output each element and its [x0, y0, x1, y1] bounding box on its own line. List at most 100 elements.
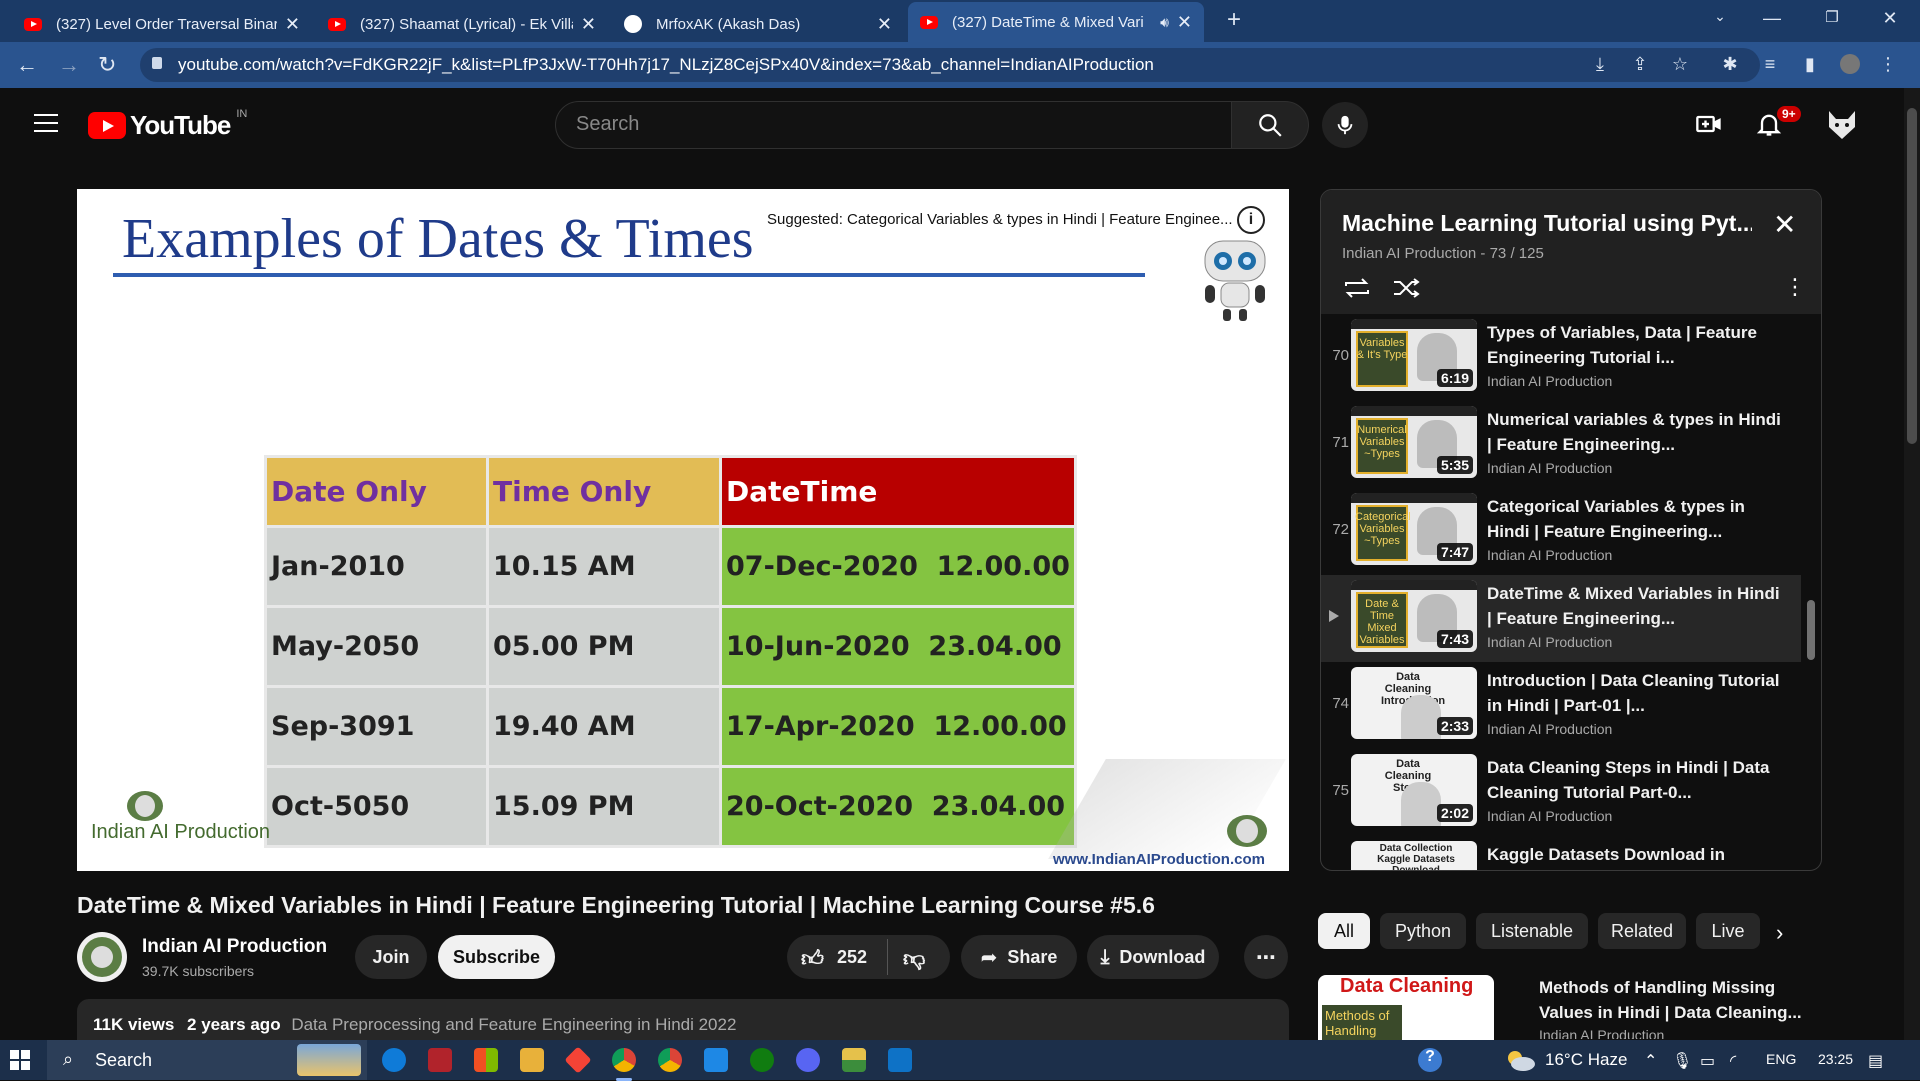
chip-python[interactable]: Python [1380, 913, 1466, 949]
chevron-right-icon[interactable]: › [1776, 920, 1783, 946]
browser-tab[interactable]: (327) Level Order Traversal Binary ✕ [12, 6, 312, 42]
browser-tab-active[interactable]: (327) DateTime & Mixed Vari 🔊︎ ✕ [908, 2, 1204, 42]
view-count: 11K views [93, 1015, 175, 1034]
taskbar-search[interactable]: ⌕ Search [47, 1040, 367, 1080]
recommended-thumbnail[interactable]: Data Cleaning Methods of Handling [1318, 975, 1494, 1040]
playlist-more-icon[interactable]: ⋮ [1784, 274, 1806, 300]
store-icon[interactable] [474, 1048, 498, 1072]
new-tab-button[interactable]: + [1214, 6, 1254, 34]
notification-center-icon[interactable]: ▤ [1868, 1051, 1883, 1071]
forward-icon[interactable]: → [58, 52, 80, 78]
youtube-icon [328, 17, 346, 31]
install-icon[interactable]: ⤓ [1590, 54, 1610, 74]
share-page-icon[interactable]: ⇪ [1630, 54, 1650, 74]
tab-search-icon[interactable]: ⌄ [1700, 8, 1740, 25]
speaker-icon[interactable]: 🔊︎ [1160, 14, 1169, 31]
page-scrollbar[interactable] [1904, 88, 1920, 1040]
menu-icon[interactable]: ⋮ [1878, 54, 1898, 74]
search-box[interactable] [555, 101, 1232, 149]
close-icon[interactable]: ✕ [581, 14, 596, 35]
download-button[interactable]: ⤓ Download [1087, 935, 1219, 979]
chrome-icon[interactable] [612, 1048, 636, 1081]
bookmark-star-icon[interactable]: ☆ [1670, 54, 1690, 74]
playlist-item[interactable]: 72 Categorical Variables ~Types 7:47 Cat… [1321, 488, 1801, 575]
wifi-icon[interactable]: ◜ [1730, 1051, 1736, 1071]
browser-tab[interactable]: MrfoxAK (Akash Das) ✕ [612, 6, 904, 42]
info-icon[interactable]: i [1237, 206, 1265, 234]
back-icon[interactable]: ← [16, 52, 38, 78]
playlist-item[interactable]: 70 Variables & It's Type 6:19 Types of V… [1321, 314, 1801, 401]
scrollbar-thumb[interactable] [1907, 108, 1917, 444]
profile-avatar[interactable] [1840, 54, 1860, 74]
suggested-video-card[interactable]: Suggested: Categorical Variables & types… [767, 211, 1233, 228]
table-cell: 10.15 AM [486, 525, 722, 608]
clock[interactable]: 23:25 [1818, 1051, 1853, 1067]
channel-avatar[interactable] [77, 932, 127, 982]
browser-tab[interactable]: (327) Shaamat (Lyrical) - Ek Villain ✕ [316, 6, 608, 42]
file-explorer-icon[interactable] [520, 1048, 544, 1072]
vscode-icon[interactable] [888, 1048, 912, 1072]
microphone-icon[interactable]: 🎙︎ [1672, 1051, 1692, 1071]
playlist-title[interactable]: Machine Learning Tutorial using Pyt... [1342, 210, 1752, 237]
app-icon[interactable] [428, 1048, 452, 1072]
dislike-icon[interactable]: 👎︎ [903, 945, 925, 972]
playlist-item[interactable]: Data Collection Kaggle Datasets Download… [1321, 836, 1801, 870]
window-close-icon[interactable]: ✕ [1870, 8, 1910, 29]
media-control-icon[interactable]: ≡ [1760, 54, 1780, 74]
account-avatar[interactable] [1825, 107, 1859, 141]
minimize-icon[interactable]: — [1752, 8, 1792, 29]
playlist-item[interactable]: 75 Data Cleaning Steps 2:02 Data Cleanin… [1321, 749, 1801, 836]
youtube-logo[interactable]: YouTube IN [88, 108, 247, 141]
discord-icon[interactable] [796, 1048, 820, 1072]
chevron-up-icon[interactable]: ⌃ [1644, 1051, 1657, 1071]
battery-icon[interactable]: ▭ [1700, 1051, 1715, 1071]
side-panel-icon[interactable]: ▮ [1800, 54, 1820, 74]
app-icon[interactable] [704, 1048, 728, 1072]
restore-icon[interactable]: ❐ [1812, 8, 1852, 26]
playlist-item[interactable]: 71 Numerical Variables ~Types 5:35 Numer… [1321, 401, 1801, 488]
extensions-icon[interactable]: ✱ [1720, 54, 1740, 74]
weather-haze-icon[interactable] [1503, 1048, 1537, 1072]
edge-icon[interactable] [382, 1048, 406, 1072]
more-actions-icon[interactable]: ⋯ [1244, 935, 1288, 979]
close-icon[interactable]: ✕ [285, 14, 300, 35]
xbox-icon[interactable] [750, 1048, 774, 1072]
chip-live[interactable]: Live [1696, 913, 1760, 949]
create-video-icon[interactable] [1695, 110, 1723, 138]
like-icon[interactable]: 👍︎ [801, 945, 824, 972]
share-icon: ➦ [980, 946, 998, 969]
join-button[interactable]: Join [355, 935, 427, 979]
recommended-channel[interactable]: Indian AI Production [1539, 1027, 1664, 1039]
language-indicator[interactable]: ENG [1766, 1051, 1796, 1067]
search-icon [1259, 114, 1282, 137]
search-button[interactable] [1231, 101, 1309, 149]
playlist-subtitle[interactable]: Indian AI Production - 73 / 125 [1342, 245, 1544, 262]
loop-icon[interactable] [1343, 277, 1371, 299]
chip-related[interactable]: Related [1598, 913, 1686, 949]
playlist-scrollbar[interactable] [1807, 600, 1815, 660]
weather-text[interactable]: 16°C Haze [1545, 1050, 1627, 1070]
git-icon[interactable] [564, 1046, 592, 1074]
close-playlist-icon[interactable]: ✕ [1773, 208, 1796, 241]
playlist-item[interactable]: 74 Data Cleaning Introduction 2:33 Intro… [1321, 662, 1801, 749]
close-icon[interactable]: ✕ [877, 14, 892, 35]
channel-name[interactable]: Indian AI Production [142, 936, 327, 958]
video-player[interactable]: Examples of Dates & Times Suggested: Cat… [77, 189, 1289, 871]
chip-listenable[interactable]: Listenable [1476, 913, 1588, 949]
playlist-item-current[interactable]: Date & Time Mixed Variables 7:43 DateTim… [1321, 575, 1801, 662]
hamburger-menu-icon[interactable] [34, 114, 58, 132]
share-button[interactable]: ➦ Share [961, 935, 1077, 979]
close-icon[interactable]: ✕ [1177, 12, 1192, 33]
chip-all[interactable]: All [1318, 913, 1370, 949]
url-field[interactable]: youtube.com/watch?v=FdKGR22jF_k&list=PLf… [140, 48, 1760, 82]
chrome-icon[interactable] [658, 1048, 682, 1072]
reload-icon[interactable]: ↻ [98, 52, 116, 78]
recommended-video-title[interactable]: Methods of Handling Missing Values in Hi… [1539, 975, 1804, 1025]
app-icon[interactable] [842, 1048, 866, 1072]
subscribe-button[interactable]: Subscribe [438, 935, 555, 979]
windows-start-icon[interactable] [10, 1050, 30, 1070]
voice-search-button[interactable] [1322, 102, 1368, 148]
help-icon[interactable]: ? [1418, 1048, 1442, 1072]
shuffle-icon[interactable] [1392, 277, 1420, 299]
search-input[interactable] [576, 113, 1176, 136]
